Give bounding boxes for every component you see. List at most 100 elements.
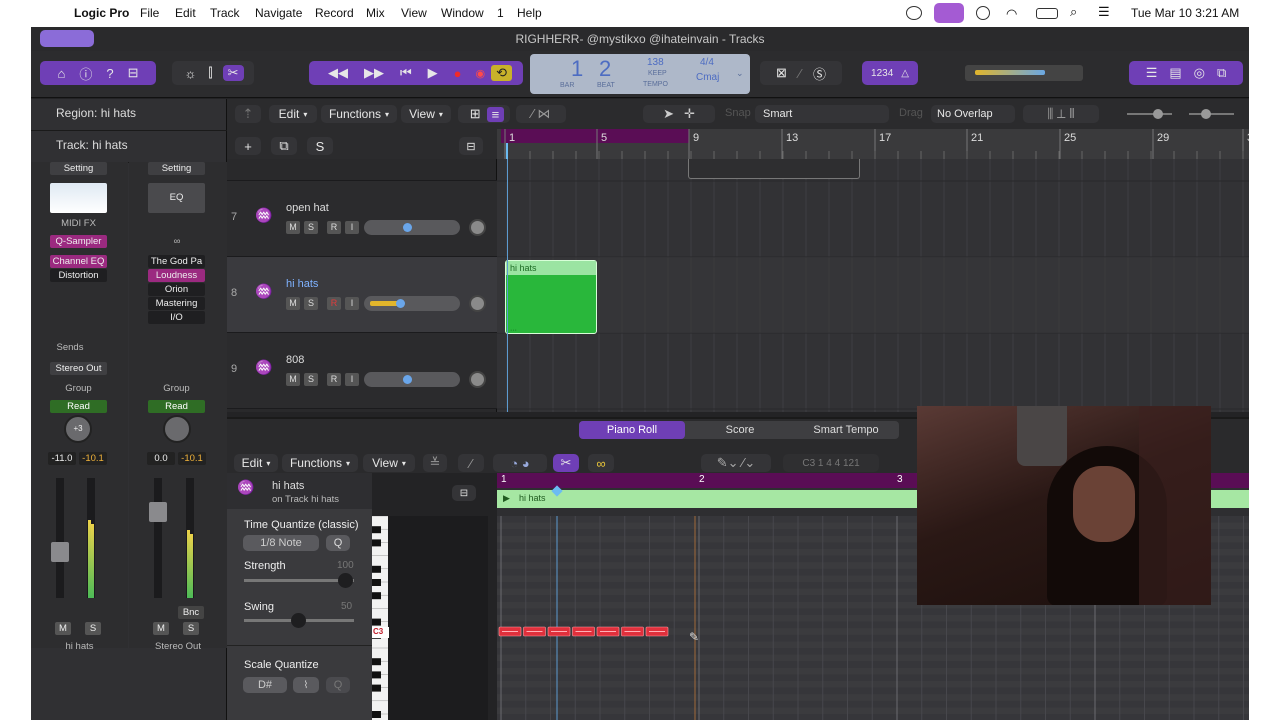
automation-mode[interactable]: Read xyxy=(50,400,107,413)
solo-button-2[interactable]: S xyxy=(183,622,199,635)
waveform-zoom-group[interactable]: ⫼ ⊥ ⫴ xyxy=(1023,105,1099,123)
help-icon[interactable]: ? xyxy=(106,66,113,81)
swing-knob[interactable] xyxy=(291,613,306,628)
hi-hats-region[interactable]: hi hats ··· xyxy=(505,260,597,334)
count-in-button[interactable]: 1234 xyxy=(871,68,893,79)
volume-fader-2[interactable] xyxy=(149,502,167,522)
track-pan-knob[interactable] xyxy=(469,371,486,388)
midi-fx-label[interactable]: MIDI FX xyxy=(50,218,107,229)
pr-tool-menu[interactable]: ✎⌄ ⁄⌄ xyxy=(701,454,771,472)
search-icon[interactable]: ⌕ xyxy=(1070,4,1077,20)
quantize-button[interactable]: Q xyxy=(326,535,350,551)
menu-window[interactable]: Window xyxy=(441,6,484,20)
link-icon[interactable]: ∞ xyxy=(588,454,614,472)
group-slot[interactable]: Group xyxy=(50,383,107,394)
screen-record-icon[interactable] xyxy=(934,3,964,23)
strip-name[interactable]: hi hats xyxy=(31,641,128,652)
snap-dropdown[interactable]: Smart xyxy=(755,105,889,123)
inspector-icon[interactable]: ⓘ xyxy=(79,64,92,83)
note-value-dropdown[interactable]: 1/8 Note xyxy=(243,535,319,551)
toolbar-icon[interactable]: ⊟ xyxy=(128,65,139,81)
horizontal-zoom-slider[interactable] xyxy=(1189,113,1234,115)
solo-mode-icon[interactable]: Ⓢ xyxy=(813,64,826,83)
menu-view[interactable]: View xyxy=(401,6,427,20)
wifi-icon[interactable]: ◠ xyxy=(1006,6,1017,22)
master-volume-meter[interactable] xyxy=(965,65,1083,81)
control-center-icon[interactable]: ☰ xyxy=(1098,4,1110,20)
playhead-marker[interactable] xyxy=(506,143,508,159)
menu-mix[interactable]: Mix xyxy=(366,6,385,20)
track-row[interactable]: 9 ♒ 808 M S R I xyxy=(227,333,497,409)
track-solo-button[interactable]: S xyxy=(304,221,318,234)
track-name[interactable]: open hat xyxy=(286,202,329,214)
track-volume-slider[interactable] xyxy=(364,220,460,235)
track-mute-button[interactable]: M xyxy=(286,221,300,234)
pointer-tool-icon[interactable]: ➤ xyxy=(663,106,674,122)
strength-knob[interactable] xyxy=(338,573,353,588)
track-input-monitor-button[interactable]: I xyxy=(345,297,359,310)
peak-value[interactable]: -10.1 xyxy=(79,452,107,465)
cycle-icon[interactable]: ⟲ xyxy=(491,65,513,81)
marquee-tool-icon[interactable]: ✛ xyxy=(684,106,695,122)
track-row[interactable]: 7 ♒ open hat M S R I xyxy=(227,181,497,257)
tab-smart-tempo[interactable]: Smart Tempo xyxy=(793,421,899,439)
master-plugin-1[interactable]: The God Pa xyxy=(148,255,205,268)
lcd-display[interactable]: 1 BAR 2 BEAT 138 KEEP TEMPO 4/4 Cmaj ⌄ xyxy=(530,54,750,94)
volume-fader[interactable] xyxy=(51,542,69,562)
pr-region-icon[interactable]: ⊟ xyxy=(452,485,476,501)
instrument-slot[interactable]: Q-Sampler xyxy=(50,235,107,248)
scale-quantize-button[interactable]: Q xyxy=(326,677,350,693)
vertical-zoom-slider[interactable] xyxy=(1127,113,1172,115)
piano-keyboard[interactable]: C3 xyxy=(372,516,488,720)
track-volume-slider[interactable] xyxy=(364,296,460,311)
track-pan-knob[interactable] xyxy=(469,219,486,236)
list-view-icon[interactable]: ≡ xyxy=(486,106,505,122)
mute-button-2[interactable]: M xyxy=(153,622,169,635)
notepad-icon[interactable]: ▤ xyxy=(1169,65,1181,81)
catch-icon[interactable]: ⇡ xyxy=(235,105,261,123)
display-icon[interactable] xyxy=(906,6,922,20)
track-solo-button[interactable]: S xyxy=(304,373,318,386)
track-volume-knob[interactable] xyxy=(396,299,405,308)
pan-knob[interactable]: +3 xyxy=(64,415,92,443)
peak-value-2[interactable]: -10.1 xyxy=(178,452,206,465)
editors-icon[interactable]: ✂ xyxy=(222,65,244,81)
track-volume-slider[interactable] xyxy=(364,372,460,387)
track-pan-knob[interactable] xyxy=(469,295,486,312)
library-icon[interactable]: ⌂ xyxy=(57,66,65,81)
automation-mode-2[interactable]: Read xyxy=(148,400,205,413)
track-volume-knob[interactable] xyxy=(403,223,412,232)
track-6-region[interactable] xyxy=(688,159,860,179)
track-input-monitor-button[interactable]: I xyxy=(345,373,359,386)
volume-value[interactable]: -11.0 xyxy=(48,452,76,465)
scale-type-dropdown[interactable]: ⌇ xyxy=(293,677,319,693)
plugin-slot-2[interactable]: Distortion xyxy=(50,269,107,282)
eq-thumbnail[interactable] xyxy=(50,183,107,213)
track-solo-button[interactable]: S xyxy=(304,297,318,310)
pr-edit-menu[interactable]: Edit ▾ xyxy=(234,454,278,472)
tracks-view-menu[interactable]: View ▾ xyxy=(401,105,451,123)
tab-piano-roll[interactable]: Piano Roll xyxy=(579,421,685,439)
forward-icon[interactable]: ▶▶ xyxy=(364,65,384,81)
track-volume-knob[interactable] xyxy=(403,375,412,384)
bar-ruler[interactable]: 1 5 9 13 17 21 25 29 3 xyxy=(497,129,1249,159)
plugin-slot-1[interactable]: Channel EQ xyxy=(50,255,107,268)
setting-button-2[interactable]: Setting xyxy=(148,162,205,175)
menu-help[interactable]: Help xyxy=(517,6,542,20)
loop-browser-icon[interactable]: ◎ xyxy=(1194,65,1205,81)
track-6-partial[interactable] xyxy=(227,159,497,181)
automation-icon[interactable]: ⁄ ⋈ xyxy=(516,105,566,123)
volume-value-2[interactable]: 0.0 xyxy=(147,452,175,465)
master-plugin-2[interactable]: Loudness xyxy=(148,269,205,282)
play-icon[interactable]: ▶ xyxy=(428,65,438,81)
strip-name-2[interactable]: Stereo Out xyxy=(129,641,227,652)
duplicate-track-icon[interactable]: ⧉ xyxy=(271,137,297,155)
link-icon[interactable]: ∞ xyxy=(169,236,185,247)
scale-key-dropdown[interactable]: D# xyxy=(243,677,287,693)
midi-in-out-icons[interactable]: ◔ ◕ xyxy=(493,454,547,472)
region-inspector-header[interactable]: Region: hi hats xyxy=(31,99,227,131)
track-mute-button[interactable]: M xyxy=(286,297,300,310)
menu-record[interactable]: Record xyxy=(315,6,354,20)
battery-icon[interactable] xyxy=(1036,8,1058,19)
menu-file[interactable]: File xyxy=(140,6,159,20)
